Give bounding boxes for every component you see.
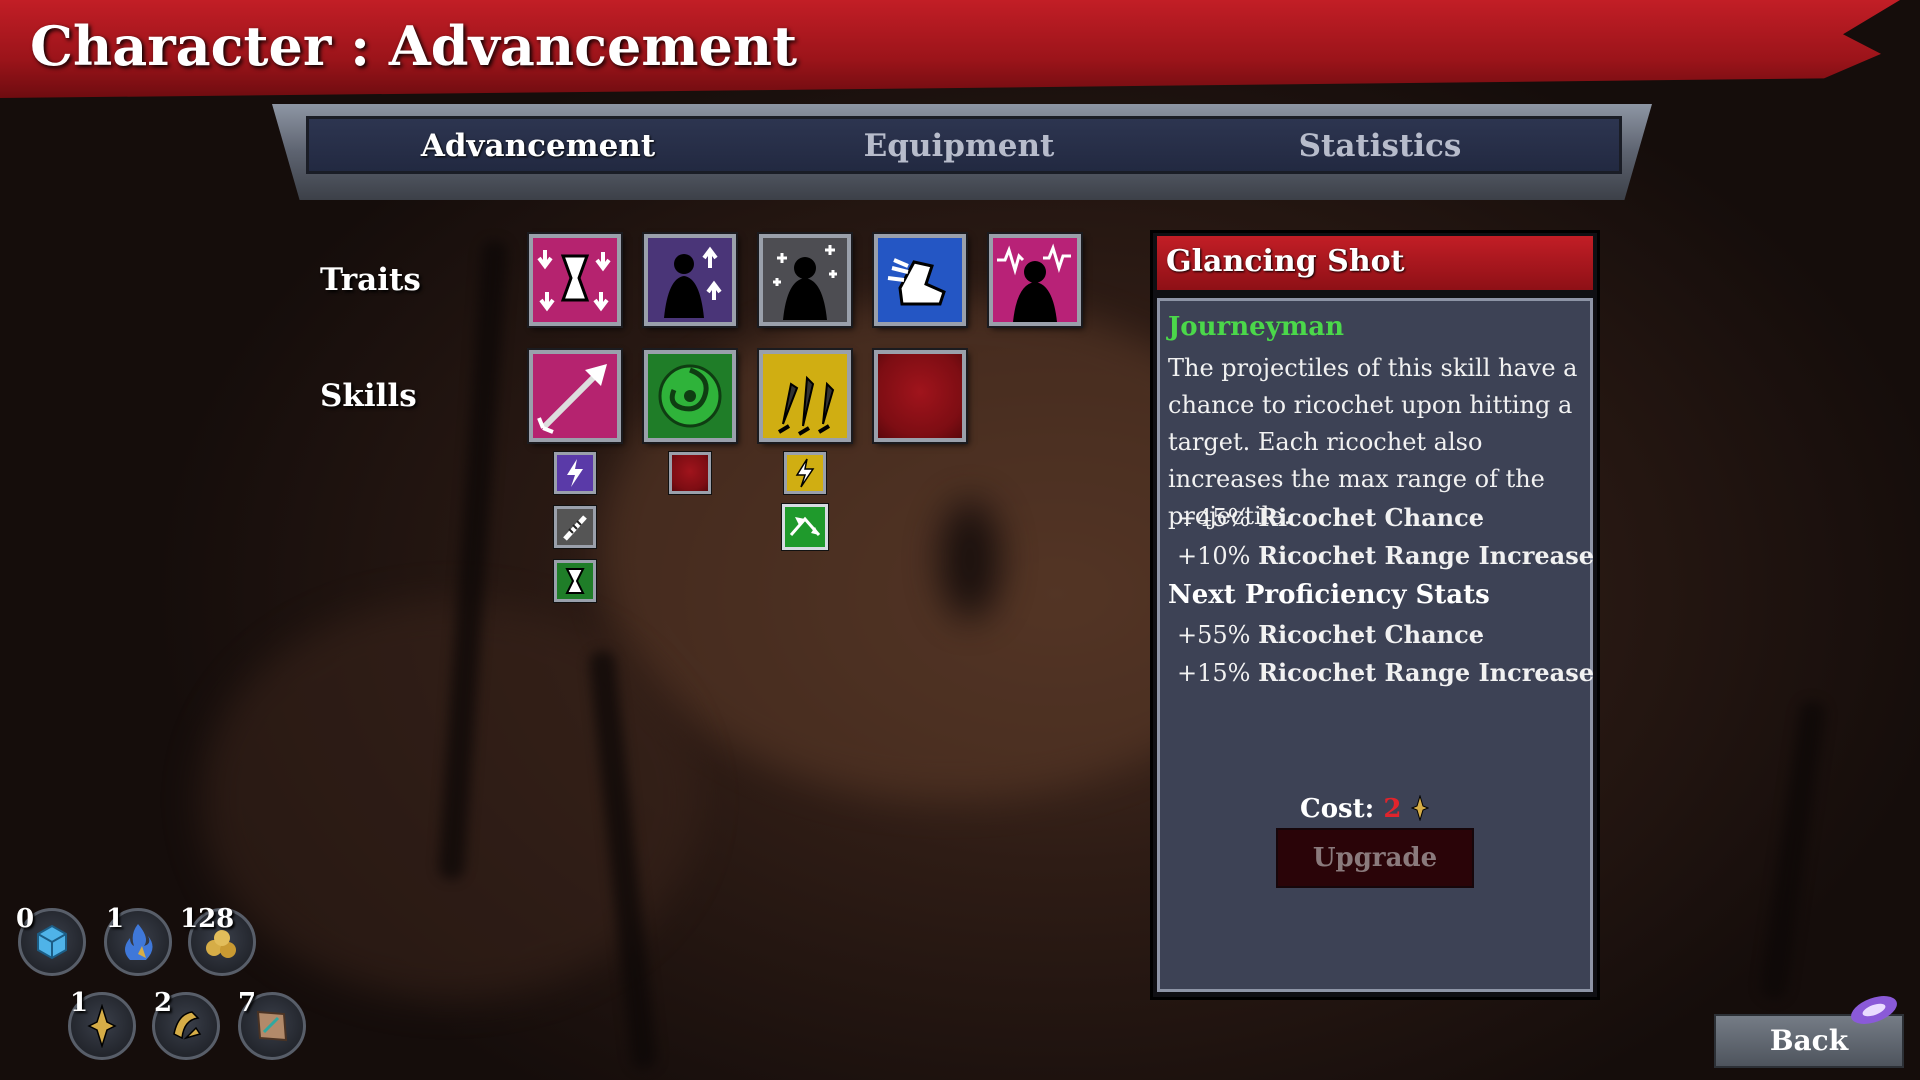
skills-label: Skills [320,378,417,414]
trait-slot-4[interactable] [874,234,966,326]
next-stat: +55% Ricochet Chance [1177,620,1484,649]
ricochet-arrows-icon [789,516,821,536]
resource-count: 128 [180,904,235,934]
page-title: Character : Advancement [30,14,798,78]
silhouette-sparkles-icon [773,245,837,320]
skill-mod-slot[interactable] [554,560,596,602]
tab-equipment[interactable]: Equipment [809,124,1109,168]
traits-label: Traits [320,262,421,298]
skill-mod-slot[interactable] [554,506,596,548]
skill-title: Glancing Shot [1166,244,1405,279]
silhouette-pulse-icon [997,243,1071,322]
current-stat: +10% Ricochet Range Increase [1177,541,1594,570]
tab-advancement[interactable]: Advancement [388,124,688,168]
next-proficiency-heading: Next Proficiency Stats [1168,580,1490,610]
stat-label: Ricochet Range Increase [1258,658,1594,687]
cost-value: 2 [1383,794,1402,824]
stat-value: +45% [1177,504,1251,532]
hourglass-down-arrows-icon [537,250,611,312]
green-vortex-icon [658,364,722,428]
skill-mod-slot[interactable] [554,452,596,494]
silhouette-up-arrows-icon [664,246,722,318]
stat-label: Ricochet Chance [1258,503,1484,532]
resource-count: 2 [154,988,173,1018]
triple-daggers-icon [777,375,835,436]
lightning-bolt-gold-icon [795,458,815,488]
empty-mod-slot[interactable] [669,452,711,494]
resource-count: 0 [16,904,35,934]
crystal-cube-icon [37,924,67,960]
stat-label: Ricochet Range Increase [1258,541,1594,570]
gold-star-shard-icon [1410,794,1429,822]
skill-slot-vortex[interactable] [644,350,736,442]
skill-mod-slot[interactable] [784,452,826,494]
stat-value: +10% [1177,542,1251,570]
resource-count: 7 [238,988,257,1018]
winged-boot-icon [887,258,946,306]
upgrade-button[interactable]: Upgrade [1276,828,1474,888]
next-stat: +15% Ricochet Range Increase [1177,658,1594,687]
empty-skill-slot[interactable] [874,350,966,442]
cost-label: Cost: [1300,794,1375,824]
tab-statistics[interactable]: Statistics [1230,124,1530,168]
trait-slot-2[interactable] [644,234,736,326]
stat-value: +55% [1177,621,1251,649]
hourglass-icon [565,568,585,594]
lightning-bolt-icon [567,459,583,487]
trait-slot-1[interactable] [529,234,621,326]
background-tree [1759,699,1827,1001]
current-stat: +45% Ricochet Chance [1177,503,1484,532]
purple-orb-icon [1851,996,1897,1024]
character-silhouette [940,500,1000,620]
skill-slot-daggers[interactable] [759,350,851,442]
skill-mod-slot-selected[interactable] [782,504,828,550]
stat-label: Ricochet Chance [1258,620,1484,649]
spiked-rod-icon [563,515,587,541]
glancing-arrow-icon [537,364,607,434]
trait-slot-3[interactable] [759,234,851,326]
map-scroll-icon [256,1010,288,1042]
stat-value: +15% [1177,659,1251,687]
trait-slot-5[interactable] [989,234,1081,326]
resource-count: 1 [70,988,89,1018]
skill-slot-glancing-shot[interactable] [529,350,621,442]
skill-rank: Journeyman [1168,312,1345,342]
resource-count: 1 [106,904,125,934]
upgrade-cost: Cost: 2 [1300,794,1429,824]
